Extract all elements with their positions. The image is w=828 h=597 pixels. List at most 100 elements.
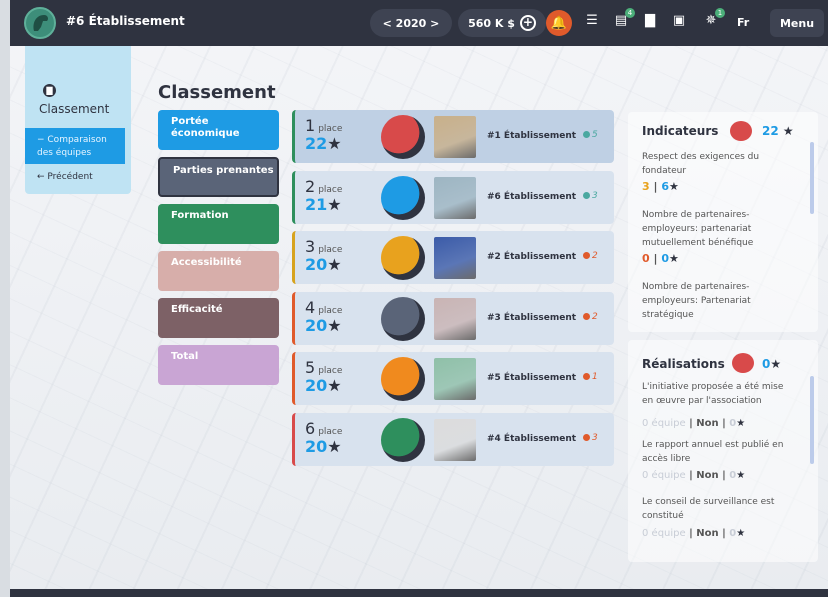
rank-number: 2 (305, 176, 316, 196)
score-dot-icon (583, 373, 590, 380)
score-dot-icon (583, 252, 590, 259)
team-name: #4 Établissement (487, 433, 577, 444)
director-photo (434, 176, 476, 219)
achievements-title: Réalisations (642, 357, 725, 371)
back-link[interactable]: ← Précédent (37, 172, 93, 182)
team-score: 2 (583, 251, 598, 261)
rank-block: 5 place 20★ (305, 358, 342, 395)
rank-place-label: place (318, 305, 343, 316)
ranking-row[interactable]: 4 place 20★ #3 Établissement 2 (292, 291, 614, 345)
rank-number: 3 (305, 237, 316, 256)
rank-place-label: place (318, 245, 343, 255)
chart-icon[interactable]: ▇ (640, 13, 660, 33)
score-dot-icon (583, 433, 590, 441)
handshake-icon[interactable]: ☰ (582, 13, 602, 33)
category-tab-1[interactable]: Parties prenantes (158, 157, 279, 197)
elephant-mascot-icon (381, 175, 425, 220)
rank-block: 3 place 20★ (305, 237, 342, 274)
team-score: 3 (583, 191, 598, 201)
rank-number: 1 (305, 116, 316, 135)
team-score: 2 (583, 312, 598, 322)
ranking-row[interactable]: 2 place 21★ #6 Établissement 3 (292, 170, 614, 224)
achievement-value: 0 équipe | Non | 0★ (642, 418, 746, 429)
sidebar-item-team-comparison[interactable]: − Comparaison des équipes (25, 128, 125, 164)
budget-display[interactable]: 560 K $ + (458, 9, 546, 37)
score-dot-icon (583, 131, 590, 138)
director-photo (434, 116, 476, 158)
indicator-text: Nombre de partenaires-employeurs: Parten… (642, 282, 751, 320)
app-frame: #6 Établissement < 2020 > 560 K $ + 🔔 ☰ … (10, 0, 828, 597)
add-budget-icon[interactable]: + (519, 15, 536, 31)
score-dot-icon (583, 312, 590, 320)
page-title: Classement (158, 82, 276, 103)
notification-bell-icon[interactable]: 🔔 (546, 10, 572, 36)
ranking-row[interactable]: 6 place 20★ #4 Établissement 3 (292, 412, 614, 466)
director-photo (434, 237, 476, 279)
achievements-scrollbar[interactable] (810, 376, 814, 464)
rank-place-label: place (318, 366, 343, 376)
horse-logo-icon (33, 15, 48, 31)
bull-mascot-icon (730, 121, 752, 141)
category-tab-5[interactable]: Total (158, 345, 279, 385)
director-photo (434, 297, 476, 340)
chart-icon: ▇ (43, 84, 56, 97)
budget-value: 560 K $ (468, 16, 515, 30)
document-badge: 4 (625, 8, 635, 18)
lion-mascot-icon (381, 236, 425, 280)
document-icon[interactable]: ▤ 4 (611, 8, 635, 33)
team-logo[interactable] (24, 7, 56, 39)
category-tab-2[interactable]: Formation (158, 204, 279, 244)
achievement-text: L'initiative proposée a été mise en œuvr… (642, 382, 784, 406)
rank-block: 6 place 20★ (305, 419, 342, 456)
rank-block: 4 place 20★ (305, 298, 342, 335)
indicators-scrollbar[interactable] (810, 142, 814, 214)
people-badge: 1 (715, 8, 725, 18)
achievement-value: 0 équipe | Non | 0★ (642, 470, 746, 481)
team-name: #2 Établissement (487, 252, 577, 262)
horse-mascot-icon (381, 417, 425, 462)
category-tab-3[interactable]: Accessibilité (158, 251, 279, 291)
team-name: #3 Établissement (487, 312, 577, 323)
rank-stars: 21★ (305, 194, 342, 214)
rank-block: 1 place 22★ (305, 116, 342, 153)
save-icon[interactable]: ▣ (669, 13, 689, 33)
menu-button[interactable]: Menu (770, 9, 824, 37)
rank-stars: 20★ (305, 436, 342, 456)
indicators-title: Indicateurs (642, 124, 719, 138)
ranking-row[interactable]: 1 place 22★ #1 Établissement 5 (292, 110, 614, 163)
score-dot-icon (583, 191, 590, 199)
team-name: #5 Établissement (487, 373, 577, 383)
ranking-row[interactable]: 3 place 20★ #2 Établissement 2 (292, 231, 614, 284)
eagle-mascot-icon (381, 296, 425, 341)
people-icon[interactable]: ✵ 1 (701, 8, 725, 33)
achievement-text: Le conseil de surveillance est constitué (642, 497, 775, 521)
indicators-score: 22 ★ (762, 124, 794, 138)
category-tab-4[interactable]: Efficacité (158, 298, 279, 338)
bull-mascot-icon (732, 353, 754, 373)
director-photo (434, 418, 476, 461)
rank-stars: 20★ (305, 376, 342, 395)
rank-place-label: place (318, 426, 343, 437)
bottom-bar (10, 589, 828, 597)
rank-stars: 20★ (305, 255, 342, 274)
team-name: #6 Établissement (487, 191, 577, 202)
team-score: 1 (583, 372, 598, 382)
director-photo (434, 358, 476, 400)
indicator-value: 0 | 0★ (642, 252, 679, 265)
achievement-text: Le rapport annuel est publié en accès li… (642, 440, 784, 464)
indicator-text: Respect des exigences du fondateur (642, 152, 760, 176)
ranking-row[interactable]: 5 place 20★ #5 Établissement 1 (292, 352, 614, 405)
achievements-panel: Réalisations 0★ L'initiative proposée a … (628, 340, 818, 562)
achievement-value: 0 équipe | Non | 0★ (642, 528, 746, 539)
year-selector[interactable]: < 2020 > (370, 9, 452, 37)
top-bar: #6 Établissement < 2020 > 560 K $ + 🔔 ☰ … (10, 0, 828, 46)
indicator-text: Nombre de partenaires-employeurs: parten… (642, 210, 754, 248)
category-tab-0[interactable]: Portée économique (158, 110, 279, 150)
sidebar-section-label: Classement (39, 102, 110, 116)
indicator-value: 3 | 6★ (642, 180, 679, 193)
team-name: #1 Établissement (487, 131, 577, 141)
rank-number: 6 (305, 418, 316, 438)
rank-number: 5 (305, 358, 316, 377)
achievements-score: 0★ (762, 357, 782, 371)
language-selector[interactable]: Fr (737, 16, 749, 29)
